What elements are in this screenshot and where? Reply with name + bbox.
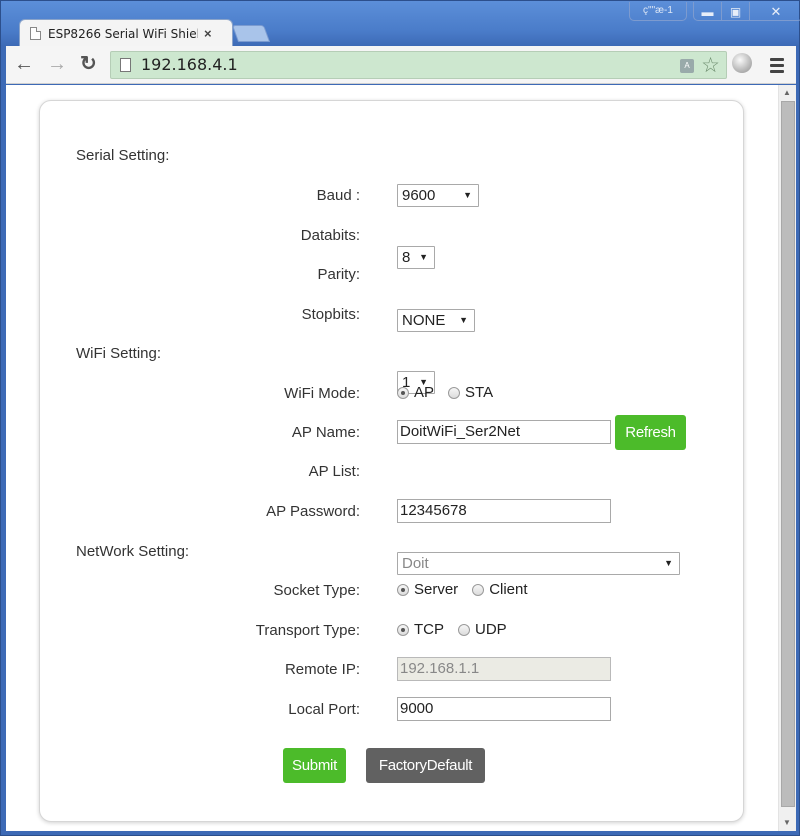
socket-server-radio[interactable]: Server	[397, 581, 458, 598]
scroll-up-icon[interactable]: ▲	[783, 88, 791, 97]
ap-name-label: AP Name:	[291, 424, 360, 441]
network-setting-title: NetWork Setting:	[76, 543, 190, 560]
radio-unchecked-icon	[458, 623, 470, 636]
local-port-input[interactable]: 9000	[397, 697, 611, 721]
ap-name-input[interactable]: DoitWiFi_Ser2Net	[397, 420, 611, 444]
ap-list-value: Doit	[402, 555, 429, 572]
scroll-down-icon[interactable]: ▼	[783, 818, 791, 827]
radio-unchecked-icon	[472, 583, 485, 596]
chevron-down-icon: ▼	[463, 190, 472, 200]
translate-icon[interactable]: A	[680, 59, 694, 73]
page-icon	[120, 58, 131, 72]
maximize-button[interactable]: ▣	[722, 2, 750, 20]
databits-select[interactable]: 8 ▼	[397, 246, 435, 269]
socket-type-label: Socket Type:	[273, 582, 360, 599]
factory-default-button[interactable]: FactoryDefault	[366, 748, 485, 783]
new-tab-button[interactable]	[231, 25, 271, 42]
chevron-down-icon: ▼	[664, 558, 673, 568]
wifi-mode-ap-radio[interactable]: AP	[397, 384, 434, 401]
ap-password-label: AP Password:	[266, 503, 360, 520]
browser-tab[interactable]: ESP8266 Serial WiFi Shield ×	[19, 19, 233, 47]
settings-card: Serial Setting: Baud : 9600 ▼ Databits: …	[39, 100, 744, 822]
transport-type-radio-group: TCP UDP	[397, 621, 521, 638]
radio-label: AP	[414, 384, 435, 401]
remote-ip-input[interactable]: 192.168.1.1	[397, 657, 611, 681]
menu-icon[interactable]	[770, 58, 784, 76]
address-bar[interactable]: 192.168.4.1 A ☆	[110, 51, 727, 79]
radio-label: UDP	[475, 621, 507, 638]
bookmark-star-icon[interactable]: ☆	[701, 53, 720, 78]
parity-select[interactable]: NONE ▼	[397, 309, 475, 332]
radio-label: Client	[489, 581, 528, 598]
browser-toolbar: ← → ↻ 192.168.4.1 A ☆	[6, 46, 796, 84]
chevron-down-icon: ▼	[459, 315, 468, 325]
radio-label: TCP	[414, 621, 444, 638]
ap-list-select[interactable]: Doit ▼	[397, 552, 680, 575]
close-window-button[interactable]: ✕	[750, 2, 800, 20]
remote-ip-label: Remote IP:	[284, 661, 360, 678]
local-port-label: Local Port:	[288, 701, 360, 718]
transport-tcp-radio[interactable]: TCP	[397, 621, 444, 638]
wifi-mode-radio-group: AP STA	[397, 384, 507, 401]
wifi-mode-label: WiFi Mode:	[284, 385, 360, 402]
radio-label: Server	[414, 581, 459, 598]
scrollbar-thumb[interactable]	[781, 101, 795, 807]
databits-value: 8	[402, 249, 411, 266]
vertical-scrollbar[interactable]: ▲ ▼	[778, 85, 796, 831]
socket-type-radio-group: Server Client	[397, 581, 542, 598]
parity-value: NONE	[402, 312, 446, 329]
parity-label: Parity:	[317, 266, 360, 283]
transport-type-label: Transport Type:	[255, 622, 360, 639]
browser-window: ESP8266 Serial WiFi Shield × ç""æ-1 ▬ ▣ …	[0, 0, 800, 836]
baud-value: 9600	[402, 187, 436, 204]
radio-label: STA	[465, 384, 494, 401]
url-text[interactable]: 192.168.4.1	[141, 55, 238, 74]
transport-udp-radio[interactable]: UDP	[458, 621, 507, 638]
refresh-button[interactable]: Refresh	[615, 415, 686, 450]
wifi-setting-title: WiFi Setting:	[76, 345, 162, 362]
wifi-mode-sta-radio[interactable]: STA	[448, 384, 493, 401]
serial-setting-title: Serial Setting:	[76, 147, 170, 164]
ap-list-label: AP List:	[308, 463, 360, 480]
submit-button[interactable]: Submit	[283, 748, 346, 783]
page-icon	[30, 27, 41, 40]
reload-button[interactable]: ↻	[80, 53, 97, 75]
baud-select[interactable]: 9600 ▼	[397, 184, 479, 207]
page-viewport: Serial Setting: Baud : 9600 ▼ Databits: …	[6, 85, 778, 831]
window-controls: ▬ ▣ ✕	[693, 2, 800, 21]
radio-checked-icon	[397, 583, 409, 596]
tab-close-icon[interactable]: ×	[204, 26, 212, 41]
baud-label: Baud :	[316, 187, 360, 204]
databits-label: Databits:	[300, 227, 360, 244]
ap-password-input[interactable]: 12345678	[397, 499, 611, 523]
radio-checked-icon	[397, 386, 409, 399]
globe-icon[interactable]	[732, 53, 752, 73]
forward-button[interactable]: →	[47, 53, 67, 75]
radio-unchecked-icon	[448, 386, 461, 399]
tab-title: ESP8266 Serial WiFi Shield	[48, 26, 198, 41]
ime-indicator[interactable]: ç""æ-1	[629, 2, 687, 21]
socket-client-radio[interactable]: Client	[472, 581, 528, 598]
back-button[interactable]: ←	[14, 53, 34, 75]
stopbits-label: Stopbits:	[301, 306, 360, 323]
radio-checked-icon	[397, 623, 409, 636]
chevron-down-icon: ▼	[419, 252, 428, 262]
minimize-button[interactable]: ▬	[694, 2, 722, 20]
